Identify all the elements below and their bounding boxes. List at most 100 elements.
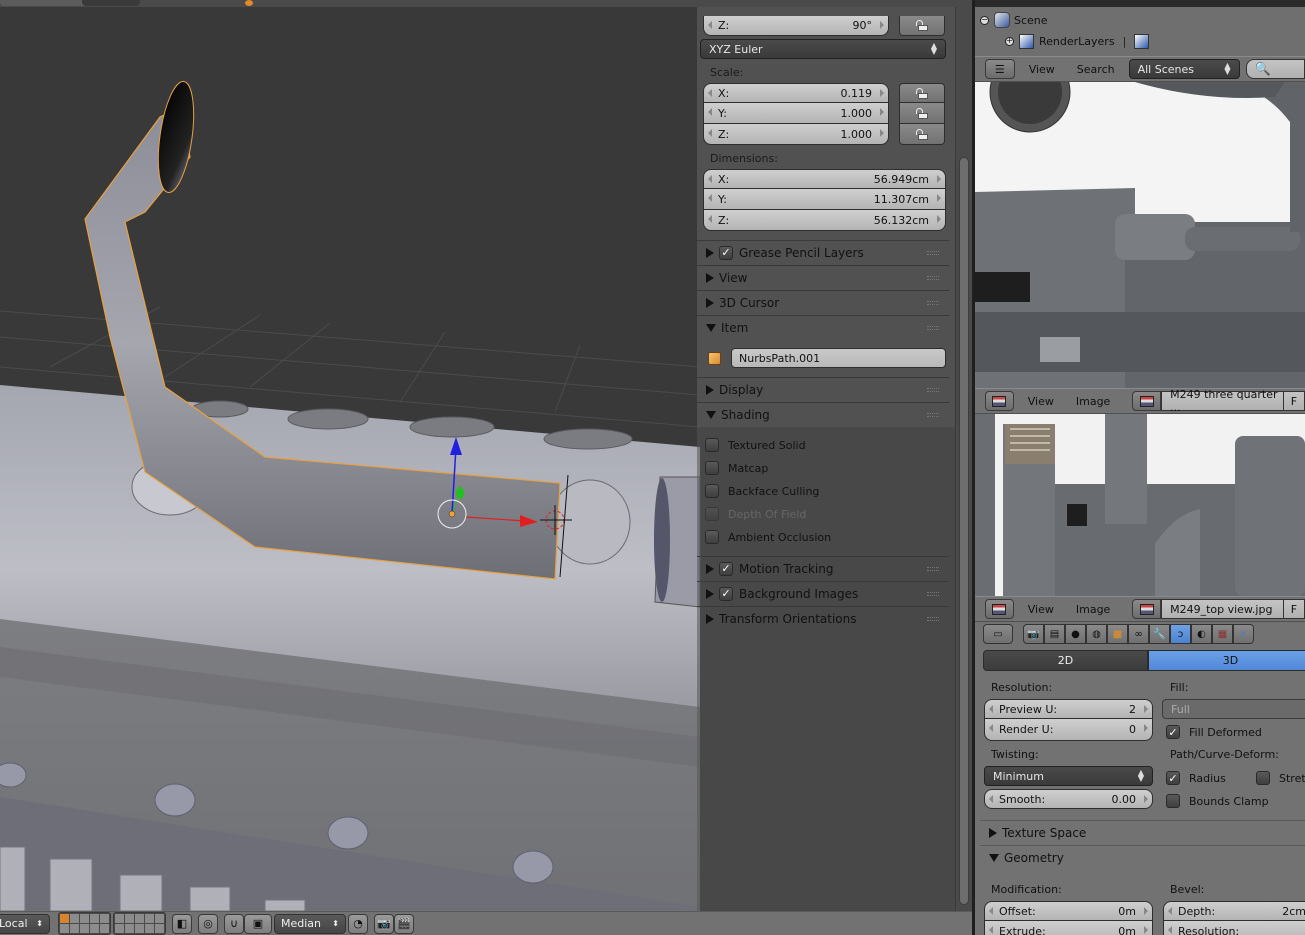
dimension-y-field[interactable]: Y: 11.307cm (703, 189, 946, 210)
curve-data-tab-icon[interactable]: ↄ (1170, 624, 1191, 644)
modifiers-tab-icon[interactable]: 🔧 (1149, 624, 1170, 644)
render-tab-icon[interactable]: 📷 (1023, 624, 1044, 644)
grease-pencil-checkbox[interactable] (719, 245, 733, 260)
object-tab-icon[interactable]: ■ (1107, 624, 1128, 644)
menu-view[interactable]: View (1029, 63, 1055, 76)
option-ambient-occlusion[interactable]: Ambient Occlusion (705, 530, 831, 544)
snap-magnet-icon[interactable]: ∪ (224, 913, 244, 934)
panel-view[interactable]: View (697, 265, 949, 289)
checkbox[interactable] (1256, 771, 1270, 785)
extrude-field[interactable]: Extrude: 0m (984, 921, 1153, 935)
pivot-dropdown[interactable]: Median ⬍ (274, 913, 346, 934)
panel-background-images[interactable]: Background Images (697, 581, 949, 605)
scale-z-lock[interactable] (899, 124, 945, 145)
panel-geometry[interactable]: Geometry (980, 845, 1305, 869)
preview-u-field[interactable]: Preview U: 2 (984, 699, 1153, 719)
scale-y-lock[interactable] (899, 103, 945, 124)
menu-image[interactable]: Image (1076, 395, 1110, 408)
tab-3d[interactable]: 3D (1148, 650, 1305, 671)
image-editor-2-canvas[interactable] (975, 414, 1305, 596)
fake-user-button[interactable]: F (1283, 599, 1305, 619)
scale-x-field[interactable]: X: 0.119 (703, 83, 889, 103)
browse-image-icon[interactable] (1132, 599, 1162, 619)
rotation-z-lock[interactable] (899, 16, 945, 36)
texture-tab-icon[interactable]: ▦ (1212, 624, 1233, 644)
display-mode-dropdown[interactable]: All Scenes ▲ ▼ (1128, 59, 1240, 79)
y-axis-handle[interactable] (456, 487, 464, 499)
checkbox[interactable] (705, 438, 719, 452)
outliner-search-input[interactable]: 🔍 (1245, 59, 1305, 79)
properties-shelf-scrollbar[interactable] (956, 7, 972, 911)
outliner-row-renderlayers[interactable]: + RenderLayers | (975, 31, 1305, 51)
collapse-icon[interactable]: − (980, 15, 989, 25)
menu-image[interactable]: Image (1076, 603, 1110, 616)
tab-2d[interactable]: 2D (983, 650, 1148, 671)
drag-grip-icon[interactable] (927, 251, 939, 255)
checkbox[interactable] (705, 530, 719, 544)
panel-item[interactable]: Item (697, 315, 949, 339)
bevel-resolution-field[interactable]: Resolution: (1163, 921, 1305, 935)
drag-grip-icon[interactable] (927, 413, 939, 417)
bevel-depth-field[interactable]: Depth: 2cm (1163, 901, 1305, 921)
expand-icon[interactable]: + (1005, 36, 1014, 46)
browse-image-icon[interactable] (1132, 391, 1162, 411)
proportional-edit-icon[interactable]: ◎ (198, 913, 218, 934)
render-layers-tab-icon[interactable]: ▤ (1044, 624, 1065, 644)
checkbox[interactable] (705, 484, 719, 498)
drag-grip-icon[interactable] (927, 567, 939, 571)
rotation-mode-dropdown[interactable]: XYZ Euler ▲ ▼ (700, 39, 946, 59)
offset-field[interactable]: Offset: 0m (984, 901, 1153, 921)
dimension-z-field[interactable]: Z: 56.132cm (703, 210, 946, 231)
outliner-row-scene[interactable]: − Scene (975, 10, 1305, 30)
render-u-field[interactable]: Render U: 0 (984, 719, 1153, 741)
option-textured-solid[interactable]: Textured Solid (705, 438, 806, 452)
properties-editor-type-icon[interactable]: ▭ (983, 624, 1013, 644)
option-fill-deformed[interactable]: Fill Deformed (1166, 725, 1262, 739)
scene-tab-icon[interactable]: ● (1065, 624, 1086, 644)
drag-grip-icon[interactable] (927, 276, 939, 280)
panel-grease-pencil[interactable]: Grease Pencil Layers (697, 240, 949, 264)
image-name-field[interactable]: M249_top view.jpg (1161, 599, 1284, 619)
outliner-editor-type-icon[interactable]: ☰ (985, 59, 1015, 79)
scrollbar-thumb[interactable] (959, 157, 969, 905)
menu-search[interactable]: Search (1077, 63, 1115, 76)
snap-element-icon[interactable]: ▣ (244, 913, 272, 934)
panel-texture-space[interactable]: Texture Space (980, 820, 1305, 844)
image-editor-1-canvas[interactable] (975, 82, 1305, 388)
scale-y-field[interactable]: Y: 1.000 (703, 103, 889, 124)
dimension-x-field[interactable]: X: 56.949cm (703, 169, 946, 189)
image-name-field[interactable]: M249 three quarter ... (1161, 388, 1284, 414)
drag-grip-icon[interactable] (927, 301, 939, 305)
render-opengl-icon[interactable]: 📷 (374, 913, 394, 934)
option-radius[interactable]: Radius (1166, 771, 1226, 785)
option-bounds-clamp[interactable]: Bounds Clamp (1166, 794, 1269, 808)
option-stretch[interactable]: Stretch (1256, 771, 1305, 785)
panel-shading[interactable]: Shading (697, 402, 949, 426)
snap-target-icon[interactable]: ◔ (348, 913, 368, 934)
transform-orientation-dropdown[interactable]: Local ⬍ (0, 913, 50, 934)
drag-grip-icon[interactable] (927, 326, 939, 330)
panel-3d-cursor[interactable]: 3D Cursor (697, 290, 949, 314)
drag-grip-icon[interactable] (927, 592, 939, 596)
render-animation-icon[interactable]: 🎬 (394, 913, 414, 934)
fake-user-button[interactable]: F (1283, 391, 1305, 411)
material-tab-icon[interactable]: ◐ (1191, 624, 1212, 644)
checkbox[interactable] (1166, 794, 1180, 808)
checkbox[interactable] (1166, 771, 1180, 785)
world-tab-icon[interactable]: ◍ (1086, 624, 1107, 644)
panel-transform-orientations[interactable]: Transform Orientations (697, 606, 949, 630)
layer-buttons-2[interactable] (113, 912, 166, 935)
layer-buttons-1[interactable] (58, 912, 111, 935)
option-backface-culling[interactable]: Backface Culling (705, 484, 819, 498)
menu-view[interactable]: View (1028, 603, 1054, 616)
scale-z-field[interactable]: Z: 1.000 (703, 124, 889, 145)
constraints-tab-icon[interactable]: ∞ (1128, 624, 1149, 644)
image-editor-type-icon[interactable] (985, 391, 1014, 411)
physics-tab-icon[interactable]: ✔ (1233, 624, 1254, 644)
lock-camera-layers-icon[interactable]: ◧ (172, 913, 192, 934)
top-menu-segment[interactable] (82, 0, 140, 6)
smooth-field[interactable]: Smooth: 0.00 (984, 789, 1153, 809)
panel-motion-tracking[interactable]: Motion Tracking (697, 556, 949, 580)
object-name-field[interactable]: NurbsPath.001 (731, 348, 946, 368)
checkbox[interactable] (705, 461, 719, 475)
